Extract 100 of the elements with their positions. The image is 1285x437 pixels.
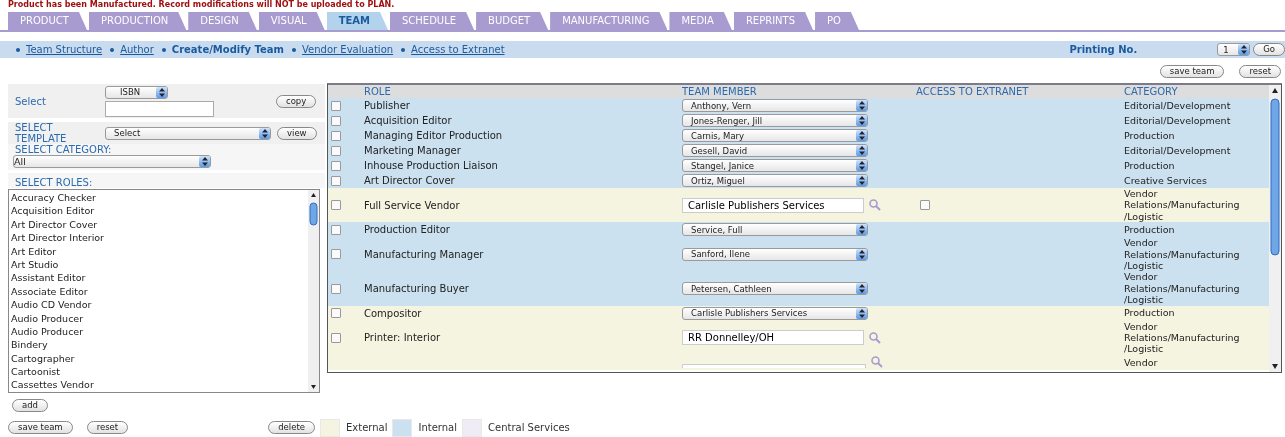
bullet-icon [401, 47, 406, 52]
save-team-button[interactable]: save team [8, 421, 73, 434]
member-dropdown[interactable]: Service, Full [682, 223, 868, 237]
nav-link[interactable]: Author [120, 44, 154, 55]
printing-dropdown[interactable]: 1 [1217, 43, 1251, 56]
printing-label: Printing No. [1069, 44, 1138, 55]
go-button[interactable]: Go [1253, 43, 1285, 56]
stepper-arrows-icon [858, 176, 865, 185]
role-cell-text: Inhouse Production Liaison [364, 159, 499, 173]
member-dropdown[interactable]: Gesell, David [682, 144, 868, 157]
role-option[interactable]: Art Director Cover [11, 217, 308, 232]
role-cell-text: Full Service Vendor [364, 198, 461, 213]
role-cell-text: Marketing Manager [364, 144, 462, 158]
category-cell-text: Creative Services [1124, 174, 1208, 187]
row-checkbox[interactable] [331, 308, 341, 319]
scrollbar-icon [308, 190, 319, 392]
member-dropdown[interactable]: Ortiz, Miguel [682, 174, 868, 187]
category-cell-text: Editorial/Development [1124, 99, 1232, 112]
copy-button[interactable]: copy [276, 94, 317, 108]
role-option[interactable]: Art Director Interior [11, 231, 308, 245]
isbn-dropdown[interactable]: ISBN [105, 85, 168, 99]
member-dropdown[interactable]: Petersen, Cathleen [682, 282, 868, 296]
bullet-icon [16, 47, 20, 52]
template-dropdown[interactable]: Select [105, 126, 271, 140]
bullet-icon [161, 47, 166, 52]
column-header: ACCESS TO EXTRANET [916, 86, 1030, 97]
member-field[interactable] [682, 364, 866, 369]
extranet-checkbox[interactable] [920, 200, 930, 211]
member-dropdown[interactable]: Anthony, Vern [682, 99, 868, 112]
add-button[interactable]: add [12, 399, 48, 412]
reset-button[interactable]: reset [1239, 65, 1281, 78]
roles-listbox[interactable] [8, 189, 320, 393]
row-checkbox[interactable] [331, 200, 341, 211]
role-cell-text: Compositor [364, 306, 423, 321]
category-cell-text: Editorial/Development [1124, 144, 1232, 157]
role-cell-text: Art Director Cover [364, 174, 456, 188]
category-cell-text: Vendor Relations/Manufacturing /Logistic [1124, 320, 1241, 355]
save-team-button[interactable]: save team [1159, 65, 1225, 78]
category-label: SELECT CATEGORY: [15, 144, 113, 155]
stepper-arrows-icon [261, 128, 268, 138]
nav-link[interactable]: Access to Extranet [411, 44, 505, 55]
role-option[interactable]: Art Editor [11, 244, 308, 258]
category-cell-text: Production [1124, 307, 1176, 319]
member-dropdown[interactable]: Sanford, Ilene [682, 247, 868, 261]
row-checkbox[interactable] [331, 145, 341, 156]
isbn-field[interactable] [105, 100, 214, 117]
role-option[interactable]: Associate Editor [11, 284, 308, 299]
select-label: Select [14, 95, 47, 107]
role-option[interactable]: Cassettes Vendor [11, 378, 308, 392]
search-icon [871, 356, 883, 369]
role-option[interactable]: Audio CD Vendor [11, 298, 308, 312]
member-field[interactable]: Carlisle Publishers Services [682, 197, 864, 213]
role-option[interactable]: Cartographer [11, 351, 308, 366]
member-dropdown[interactable]: Stangel, Janice [682, 159, 868, 172]
role-option[interactable]: Bindery [11, 338, 308, 352]
member-dropdown[interactable]: Carlisle Publishers Services [682, 306, 868, 320]
row-checkbox[interactable] [331, 249, 341, 260]
category-dropdown[interactable]: All [13, 155, 211, 168]
category-cell-text: Editorial/Development [1124, 114, 1232, 127]
reset-button[interactable]: reset [86, 421, 129, 434]
row-checkbox[interactable] [331, 100, 341, 111]
tab[interactable]: TEAM [326, 12, 388, 30]
row-checkbox[interactable] [331, 332, 341, 343]
nav-link[interactable]: Create/Modify Team [171, 44, 285, 55]
row-checkbox[interactable] [331, 130, 341, 141]
member-field[interactable]: RR Donnelley/OH [682, 330, 864, 346]
row-checkbox[interactable] [331, 224, 341, 235]
stepper-arrows-icon [858, 308, 865, 318]
role-option[interactable]: Assistant Editor [11, 271, 308, 285]
notice-text: Product has been Manufactured. Record modifications will NOT be uploaded to PLAN. [7, 0, 396, 10]
roles-label: SELECT ROLES: [8, 173, 325, 188]
stepper-arrows-icon [858, 116, 865, 125]
role-cell-text: Manufacturing Manager [364, 247, 485, 262]
row-checkbox[interactable] [331, 175, 341, 186]
column-header: ROLE [364, 86, 392, 97]
stepper-arrows-icon [201, 157, 208, 166]
legend-label: Central Services [488, 422, 570, 433]
stepper-arrows-icon [858, 131, 865, 140]
stepper-arrows-icon [858, 225, 865, 235]
nav-link[interactable]: Vendor Evaluation [302, 44, 394, 55]
search-icon [869, 331, 881, 344]
column-header: CATEGORY [1124, 86, 1179, 97]
nav-link[interactable]: Team Structure [26, 44, 103, 55]
delete-button[interactable]: delete [268, 421, 315, 434]
role-option[interactable]: Accuracy Checker [11, 191, 308, 205]
role-option[interactable]: Audio Producer [11, 311, 308, 325]
role-cell-text: Manufacturing Buyer [364, 282, 470, 297]
role-option[interactable]: Acquisition Editor [11, 204, 308, 218]
category-cell-text: Production [1124, 129, 1176, 142]
member-dropdown[interactable]: Carnis, Mary [682, 129, 868, 142]
row-checkbox[interactable] [331, 115, 341, 126]
role-option[interactable]: Audio Producer [11, 324, 308, 339]
role-option[interactable]: Art Studio [11, 257, 308, 272]
view-button[interactable]: view [277, 126, 317, 140]
member-dropdown[interactable]: Jones-Renger, Jill [682, 114, 868, 127]
row-checkbox[interactable] [331, 160, 341, 171]
stepper-arrows-icon [858, 284, 865, 294]
row-checkbox[interactable] [331, 283, 341, 294]
role-option[interactable]: Cartoonist [11, 365, 308, 379]
role-cell-text: Acquisition Editor [364, 114, 453, 128]
